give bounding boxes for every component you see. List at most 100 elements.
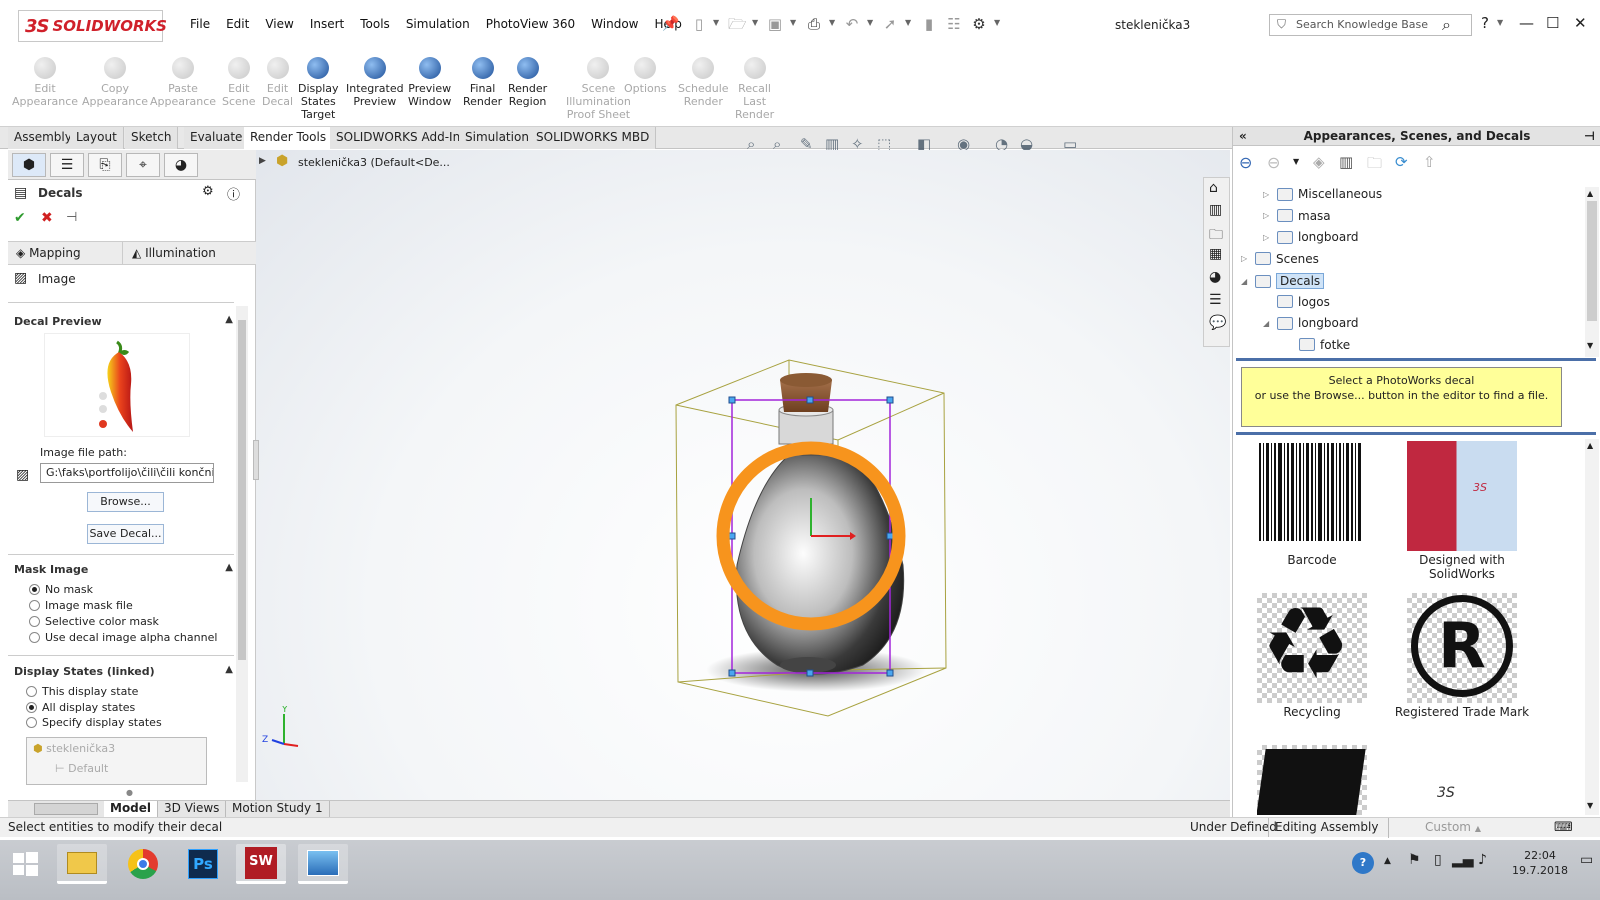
add-appearance-icon[interactable]: ◈ (1313, 153, 1325, 171)
menu-item-simulation[interactable]: Simulation (398, 17, 478, 31)
tab-simulation[interactable]: Simulation (459, 127, 536, 149)
undo-icon[interactable]: ↶ (843, 15, 861, 33)
schedule-render-button[interactable]: Schedule Render (678, 55, 729, 108)
custom-properties-icon[interactable]: ☰ (1209, 292, 1222, 308)
menu-item-file[interactable]: File (182, 17, 218, 31)
expand-arrow-icon[interactable]: ◢ (1263, 319, 1277, 328)
gear-icon[interactable]: ⚙ (970, 15, 988, 33)
show-hidden-icons[interactable]: ▲ (1384, 856, 1391, 866)
notifications-icon[interactable]: ▭ (1580, 852, 1593, 868)
chevron-down-icon[interactable]: ▼ (994, 18, 1000, 27)
collapse-chevron-icon[interactable]: ▲ (225, 562, 233, 573)
volume-icon[interactable]: ♪ (1478, 852, 1487, 868)
collapse-chevron-icon[interactable]: ▲ (225, 314, 233, 325)
menu-item-insert[interactable]: Insert (302, 17, 352, 31)
clock[interactable]: 22:04 19.7.2018 (1510, 848, 1570, 878)
options-button[interactable]: Options (624, 55, 666, 95)
search-knowledge-base-input[interactable]: ⛉ Search Knowledge Base ⌕ (1269, 14, 1472, 36)
pin-icon[interactable]: 📌 (662, 16, 679, 32)
designed-with-solidworks-thumbnail[interactable]: 3S (1407, 441, 1517, 551)
menu-item-photoview-360[interactable]: PhotoView 360 (478, 17, 583, 31)
scroll-down-icon[interactable]: ▼ (1587, 801, 1593, 810)
radio-specify-display-states[interactable]: Specify display states (26, 716, 162, 729)
graphics-area[interactable]: ▶ ⬢ steklenička3 (Default<De... Y Z (253, 150, 1230, 800)
forum-icon[interactable]: 💬 (1209, 315, 1226, 331)
solidworks-logo-thumbnail[interactable]: 3S (1407, 745, 1517, 815)
chevron-down-icon[interactable]: ▼ (1293, 157, 1299, 166)
tree-item[interactable]: ▷ Miscellaneous (1263, 187, 1382, 201)
file-explorer-taskbar-button[interactable] (57, 844, 107, 884)
radio-selective-color-mask[interactable]: Selective color mask (29, 615, 159, 628)
help-icon[interactable]: ⓘ (227, 184, 240, 203)
feature-manager-tab-icon[interactable]: ⬢ (12, 153, 46, 177)
expand-arrow-icon[interactable]: ▷ (1263, 211, 1277, 220)
tab-render-tools[interactable]: Render Tools (244, 127, 334, 149)
view-tab-motion-study-1[interactable]: Motion Study 1 (226, 801, 330, 817)
configuration-manager-tab-icon[interactable]: ⎘ (88, 153, 122, 177)
up-arrow-icon[interactable]: ⇧ (1423, 153, 1436, 171)
radio-image-mask-file[interactable]: Image mask file (29, 599, 133, 612)
edit-appearance-button[interactable]: Edit Appearance (12, 55, 78, 108)
tab-layout[interactable]: Layout (70, 127, 124, 149)
file-explorer-icon[interactable]: 🗀 (1209, 224, 1223, 248)
display-manager-tab-icon[interactable]: ◕ (164, 153, 198, 177)
open-folder-icon[interactable]: 🗁 (728, 15, 747, 33)
tab-scroll-buttons[interactable] (34, 803, 98, 815)
tab-assembly[interactable]: Assembly (8, 127, 79, 149)
chrome-taskbar-button[interactable] (118, 844, 168, 884)
barcode-thumbnail[interactable] (1257, 441, 1367, 551)
splitter[interactable] (1236, 432, 1596, 435)
whats-new-icon[interactable]: ⚙ (202, 184, 214, 199)
image-file-path-field[interactable]: G:\faks\portfolijo\čili\čili končni. (40, 463, 214, 483)
save-decal-button[interactable]: Save Decal... (87, 524, 164, 544)
tab-sketch[interactable]: Sketch (125, 127, 179, 149)
render-region-button[interactable]: Render Region (508, 55, 547, 108)
scroll-up-icon[interactable]: ▲ (1587, 441, 1593, 450)
registered-trademark-thumbnail[interactable]: R (1407, 593, 1517, 703)
resize-handle-icon[interactable]: ● (126, 788, 133, 797)
solidworks-logo[interactable]: 3S SOLIDWORKS (18, 10, 167, 42)
expand-arrow-icon[interactable]: ◢ (1241, 277, 1255, 286)
logo-thumbnail[interactable] (1257, 745, 1367, 815)
tree-item[interactable]: ▷ masa (1263, 209, 1331, 223)
tree-scrollbar[interactable]: ▲ ▼ (1585, 187, 1599, 357)
maximize-button[interactable]: ☐ (1546, 14, 1559, 32)
scrollbar-thumb[interactable] (1587, 201, 1597, 321)
chevron-down-icon[interactable]: ▼ (752, 18, 758, 27)
tree-item[interactable]: ◢ longboard (1263, 316, 1359, 330)
paste-appearance-button[interactable]: Paste Appearance (150, 55, 216, 108)
menu-item-tools[interactable]: Tools (352, 17, 398, 31)
tree-item[interactable]: ▷ Scenes (1241, 252, 1319, 266)
scrollbar-thumb[interactable] (238, 320, 246, 660)
final-render-button[interactable]: Final Render (463, 55, 502, 108)
select-arrow-icon[interactable]: ➚ (881, 15, 899, 33)
battery-icon[interactable]: ▯ (1434, 852, 1442, 868)
collapse-icon[interactable]: « (1239, 127, 1247, 145)
home-icon[interactable]: ⌂ (1209, 180, 1218, 196)
radio-decal-alpha-channel[interactable]: Use decal image alpha channel (29, 631, 217, 644)
dimxpert-manager-tab-icon[interactable]: ⌖ (126, 153, 160, 177)
browse-button[interactable]: Browse... (87, 492, 164, 512)
file-properties-icon[interactable]: ☷ (945, 15, 963, 33)
back-arrow-icon[interactable]: ⊖ (1239, 153, 1252, 172)
pushpin-icon[interactable]: ⊣ (66, 210, 77, 225)
tree-item[interactable]: fotke (1285, 338, 1350, 352)
expand-arrow-icon[interactable]: ▷ (1263, 190, 1277, 199)
menu-item-window[interactable]: Window (583, 17, 646, 31)
refresh-icon[interactable]: ⟳ (1395, 153, 1408, 171)
customize-icon[interactable]: ⌨ (1554, 818, 1573, 837)
help-tray-icon[interactable]: ? (1352, 852, 1374, 874)
chevron-down-icon[interactable]: ▼ (829, 18, 835, 27)
tab-illumination[interactable]: ◭ Illumination (124, 242, 254, 264)
tab-solidworks-add-ins[interactable]: SOLIDWORKS Add-Ins (330, 127, 474, 149)
tree-item[interactable]: ▷ longboard (1263, 230, 1359, 244)
solidworks-taskbar-button[interactable]: SW (236, 844, 286, 884)
search-icon[interactable]: ⌕ (1442, 15, 1451, 35)
tab-evaluate[interactable]: Evaluate (184, 127, 250, 149)
tab-solidworks-mbd[interactable]: SOLIDWORKS MBD (530, 127, 657, 149)
appearances-icon[interactable]: ◕ (1209, 269, 1221, 285)
chevron-down-icon[interactable]: ▼ (1497, 18, 1503, 27)
collapse-chevron-icon[interactable]: ▲ (225, 664, 233, 675)
view-tab-model[interactable]: Model (104, 801, 159, 817)
edit-decal-button[interactable]: Edit Decal (262, 55, 293, 108)
